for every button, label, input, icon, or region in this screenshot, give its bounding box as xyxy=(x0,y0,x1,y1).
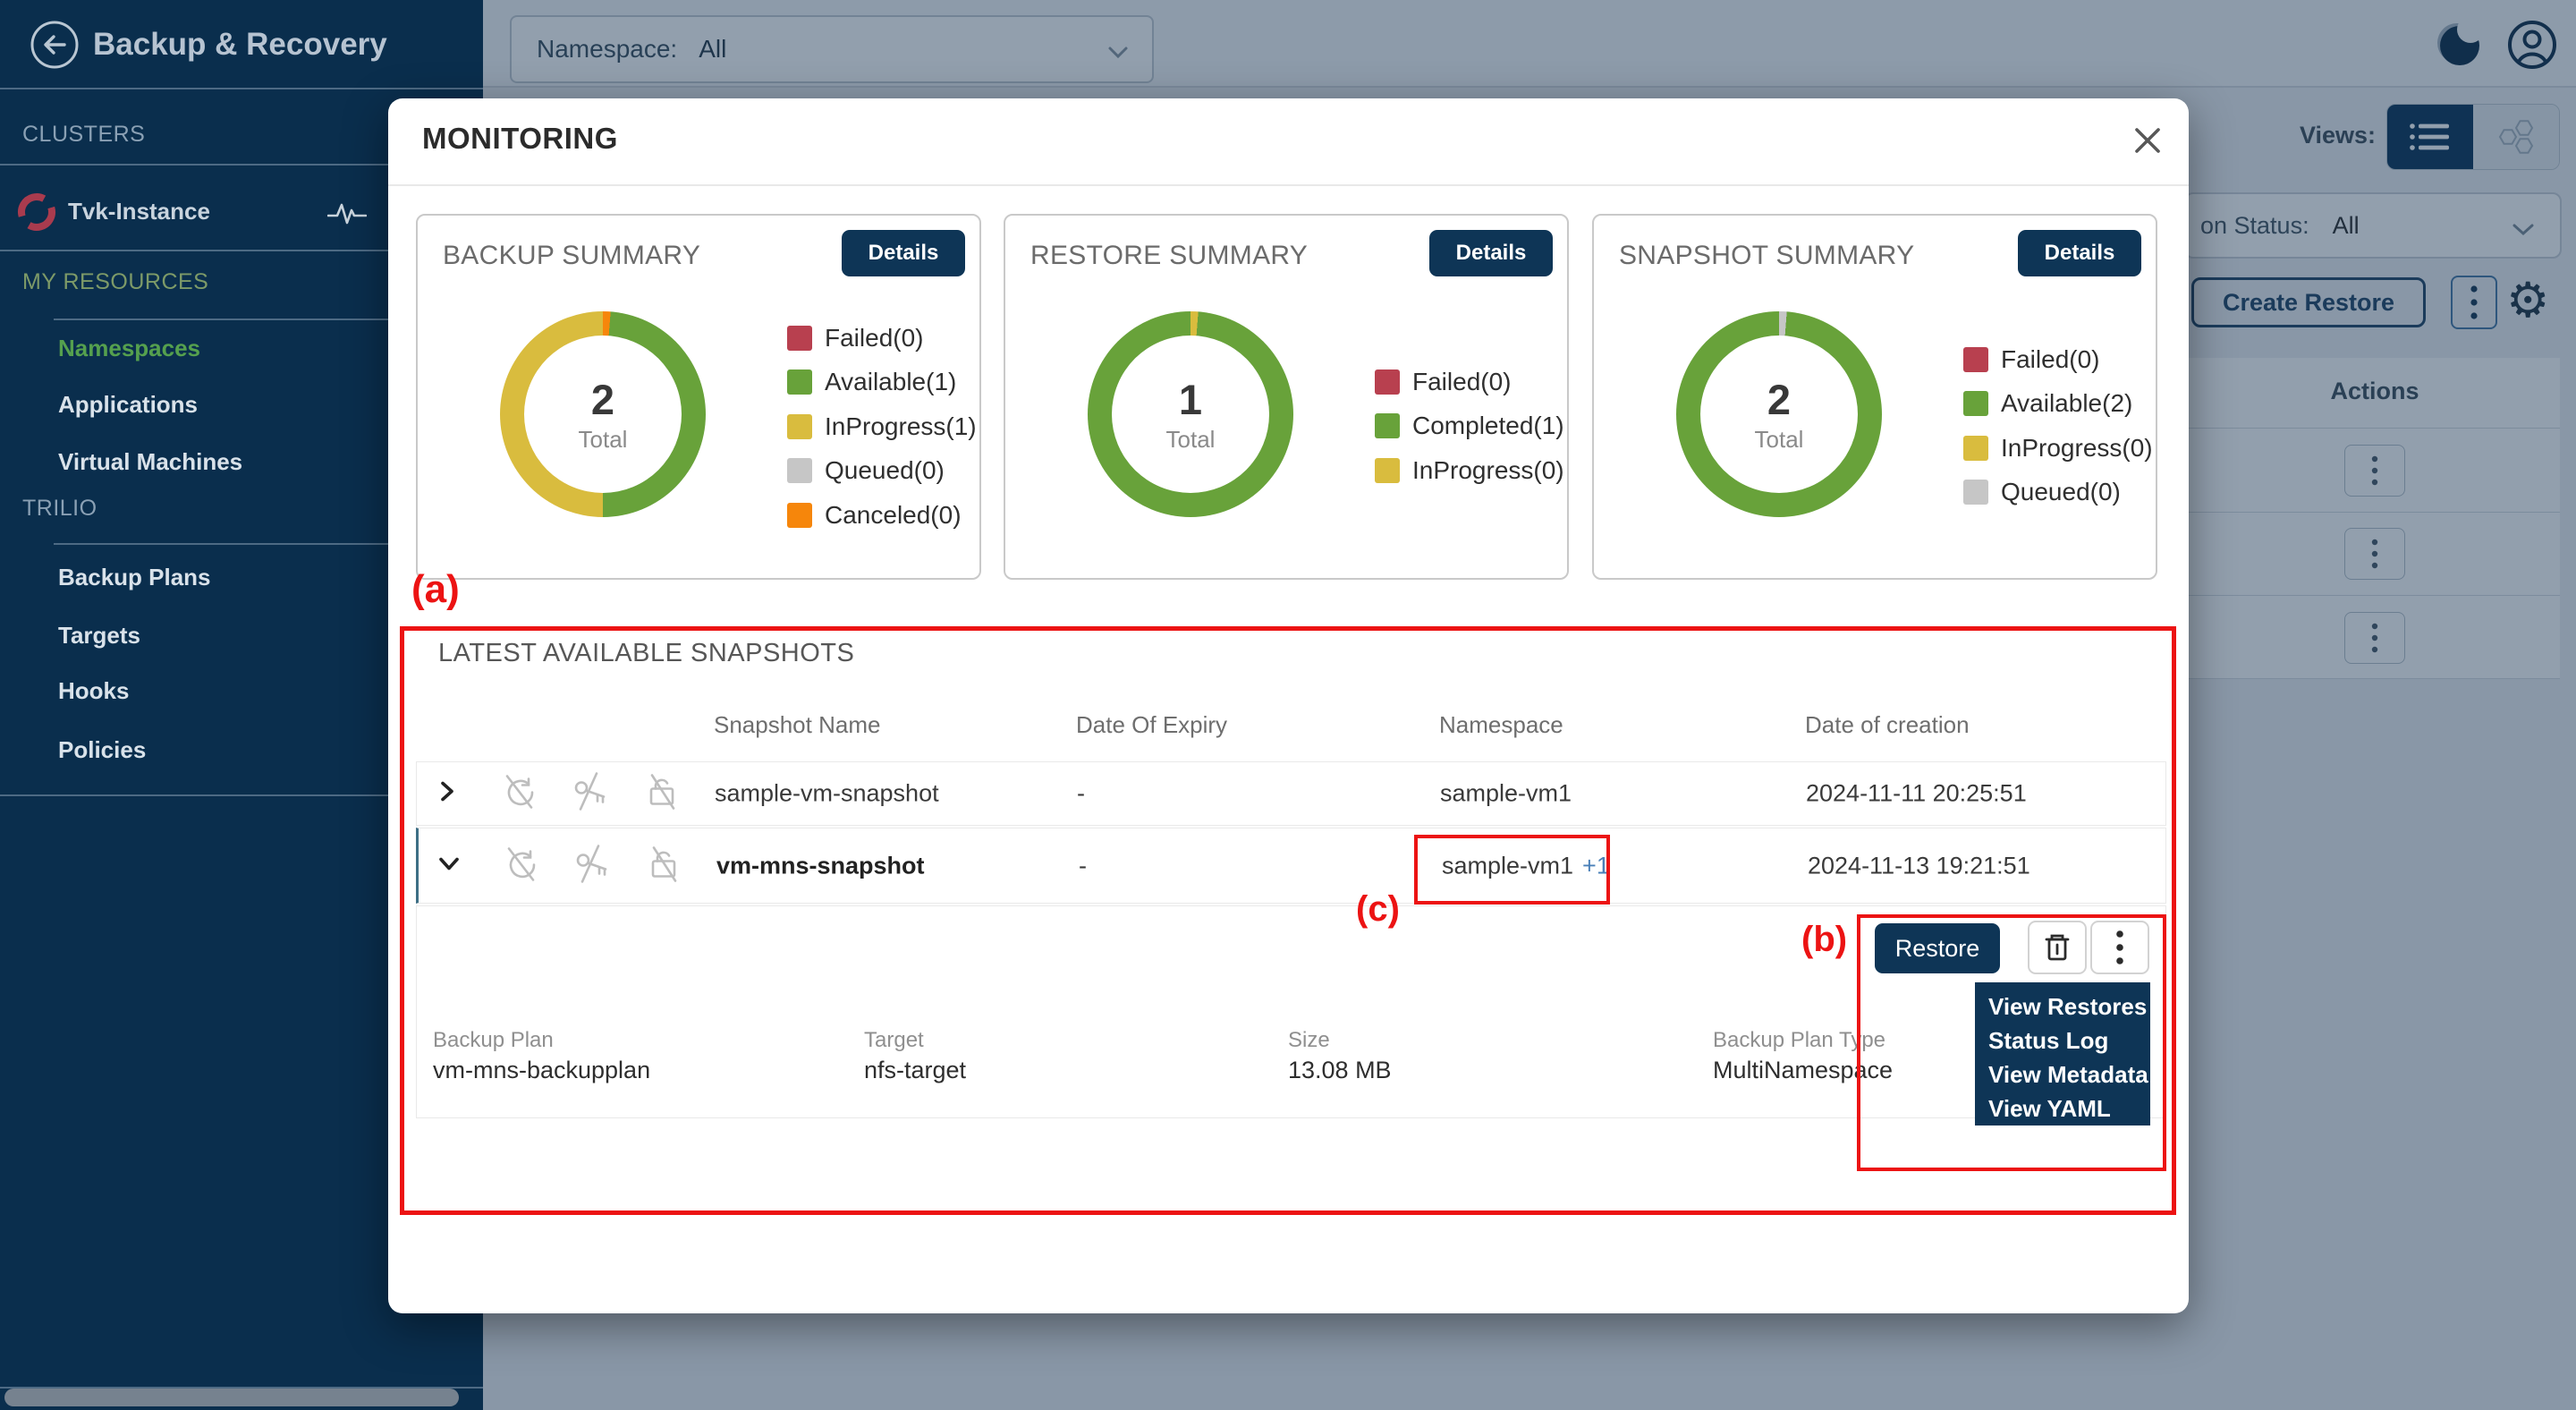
horizontal-scrollbar-thumb[interactable] xyxy=(4,1389,459,1406)
details-button[interactable]: Details xyxy=(1429,230,1553,276)
card-title: BACKUP SUMMARY xyxy=(443,241,700,271)
legend-swatch-icon xyxy=(1375,413,1400,438)
card-title: RESTORE SUMMARY xyxy=(1030,241,1308,271)
restore-summary-card: RESTORE SUMMARY Details 1 Total Failed(0… xyxy=(1004,214,1569,580)
sidebar-item-virtual-machines[interactable]: Virtual Machines xyxy=(58,446,242,477)
legend-item: Failed(0) xyxy=(787,316,977,361)
annotation-label-b: (b) xyxy=(1801,920,1847,960)
backup-summary-legend: Failed(0) Available(1) InProgress(1) Queued… xyxy=(787,316,977,538)
sidebar-item-applications[interactable]: Applications xyxy=(58,389,198,420)
legend-label: Failed(0) xyxy=(2001,345,2099,374)
snapshot-summary-donut: 2 Total xyxy=(1676,311,1882,517)
legend-item: Available(1) xyxy=(787,361,977,405)
legend-label: Available(2) xyxy=(2001,389,2132,418)
legend-label: Queued(0) xyxy=(2001,478,2121,506)
restore-summary-legend: Failed(0) Completed(1) InProgress(0) xyxy=(1375,360,1564,493)
donut-total: 2 Total xyxy=(500,311,706,517)
app-title: Backup & Recovery xyxy=(93,27,387,63)
legend-item: InProgress(0) xyxy=(1963,426,2153,471)
legend-swatch-icon xyxy=(1375,458,1400,483)
modal-header-divider xyxy=(388,184,2189,186)
legend-item: Queued(0) xyxy=(787,449,977,494)
legend-swatch-icon xyxy=(1963,347,1988,372)
card-title: SNAPSHOT SUMMARY xyxy=(1619,241,1914,271)
legend-swatch-icon xyxy=(787,326,812,351)
sidebar-item-policies[interactable]: Policies xyxy=(58,735,146,765)
legend-swatch-icon xyxy=(1963,480,1988,505)
legend-swatch-icon xyxy=(787,458,812,483)
legend-label: InProgress(1) xyxy=(825,412,977,441)
donut-total: 1 Total xyxy=(1088,311,1293,517)
sidebar-item-hooks[interactable]: Hooks xyxy=(58,675,129,706)
backup-summary-card: BACKUP SUMMARY Details 2 Total Failed(0)… xyxy=(416,214,981,580)
legend-swatch-icon xyxy=(787,369,812,395)
legend-item: Canceled(0) xyxy=(787,493,977,538)
details-button[interactable]: Details xyxy=(2018,230,2141,276)
snapshot-summary-legend: Failed(0) Available(2) InProgress(0) Queued… xyxy=(1963,337,2153,514)
annotation-label-c: (c) xyxy=(1356,889,1400,930)
legend-label: InProgress(0) xyxy=(2001,434,2153,463)
legend-label: InProgress(0) xyxy=(1412,456,1564,485)
legend-item: Failed(0) xyxy=(1375,360,1564,404)
backup-summary-donut: 2 Total xyxy=(500,311,706,517)
legend-item: Available(2) xyxy=(1963,382,2153,427)
legend-item: Failed(0) xyxy=(1963,337,2153,382)
modal-title: MONITORING xyxy=(422,122,618,156)
sidebar-section-clusters: CLUSTERS xyxy=(22,120,145,149)
legend-swatch-icon xyxy=(1963,436,1988,461)
legend-swatch-icon xyxy=(787,414,812,439)
screen: Namespace: All Views: xyxy=(0,0,2576,1410)
legend-label: Queued(0) xyxy=(825,456,945,485)
sidebar-section-my-resources: MY RESOURCES xyxy=(22,268,208,296)
legend-item: InProgress(1) xyxy=(787,404,977,449)
legend-item: InProgress(0) xyxy=(1375,448,1564,493)
legend-item: Queued(0) xyxy=(1963,471,2153,515)
back-button[interactable] xyxy=(29,19,80,71)
sidebar-section-trilio: TRILIO xyxy=(22,494,97,522)
trilio-logo-icon xyxy=(13,188,61,236)
instance-name: Tvk-Instance xyxy=(68,198,210,225)
legend-label: Failed(0) xyxy=(825,324,923,352)
legend-label: Canceled(0) xyxy=(825,501,962,530)
legend-swatch-icon xyxy=(1375,369,1400,395)
legend-swatch-icon xyxy=(787,503,812,528)
close-icon xyxy=(2132,125,2163,156)
sidebar-item-targets[interactable]: Targets xyxy=(58,620,140,650)
details-button[interactable]: Details xyxy=(842,230,965,276)
snapshot-summary-card: SNAPSHOT SUMMARY Details 2 Total Failed(… xyxy=(1592,214,2157,580)
annotation-box-b xyxy=(1857,914,2166,1171)
pulse-icon[interactable] xyxy=(327,200,367,226)
annotation-box-c xyxy=(1414,835,1610,905)
legend-label: Failed(0) xyxy=(1412,368,1511,396)
back-arrow-icon xyxy=(29,19,80,71)
annotation-label-a: (a) xyxy=(411,567,460,612)
legend-label: Completed(1) xyxy=(1412,412,1564,440)
legend-swatch-icon xyxy=(1963,391,1988,416)
legend-label: Available(1) xyxy=(825,368,956,396)
close-button[interactable] xyxy=(2132,125,2172,165)
sidebar-item-namespaces[interactable]: Namespaces xyxy=(58,333,200,363)
sidebar-item-backup-plans[interactable]: Backup Plans xyxy=(58,562,211,592)
legend-item: Completed(1) xyxy=(1375,404,1564,449)
restore-summary-donut: 1 Total xyxy=(1088,311,1293,517)
donut-total: 2 Total xyxy=(1676,311,1882,517)
